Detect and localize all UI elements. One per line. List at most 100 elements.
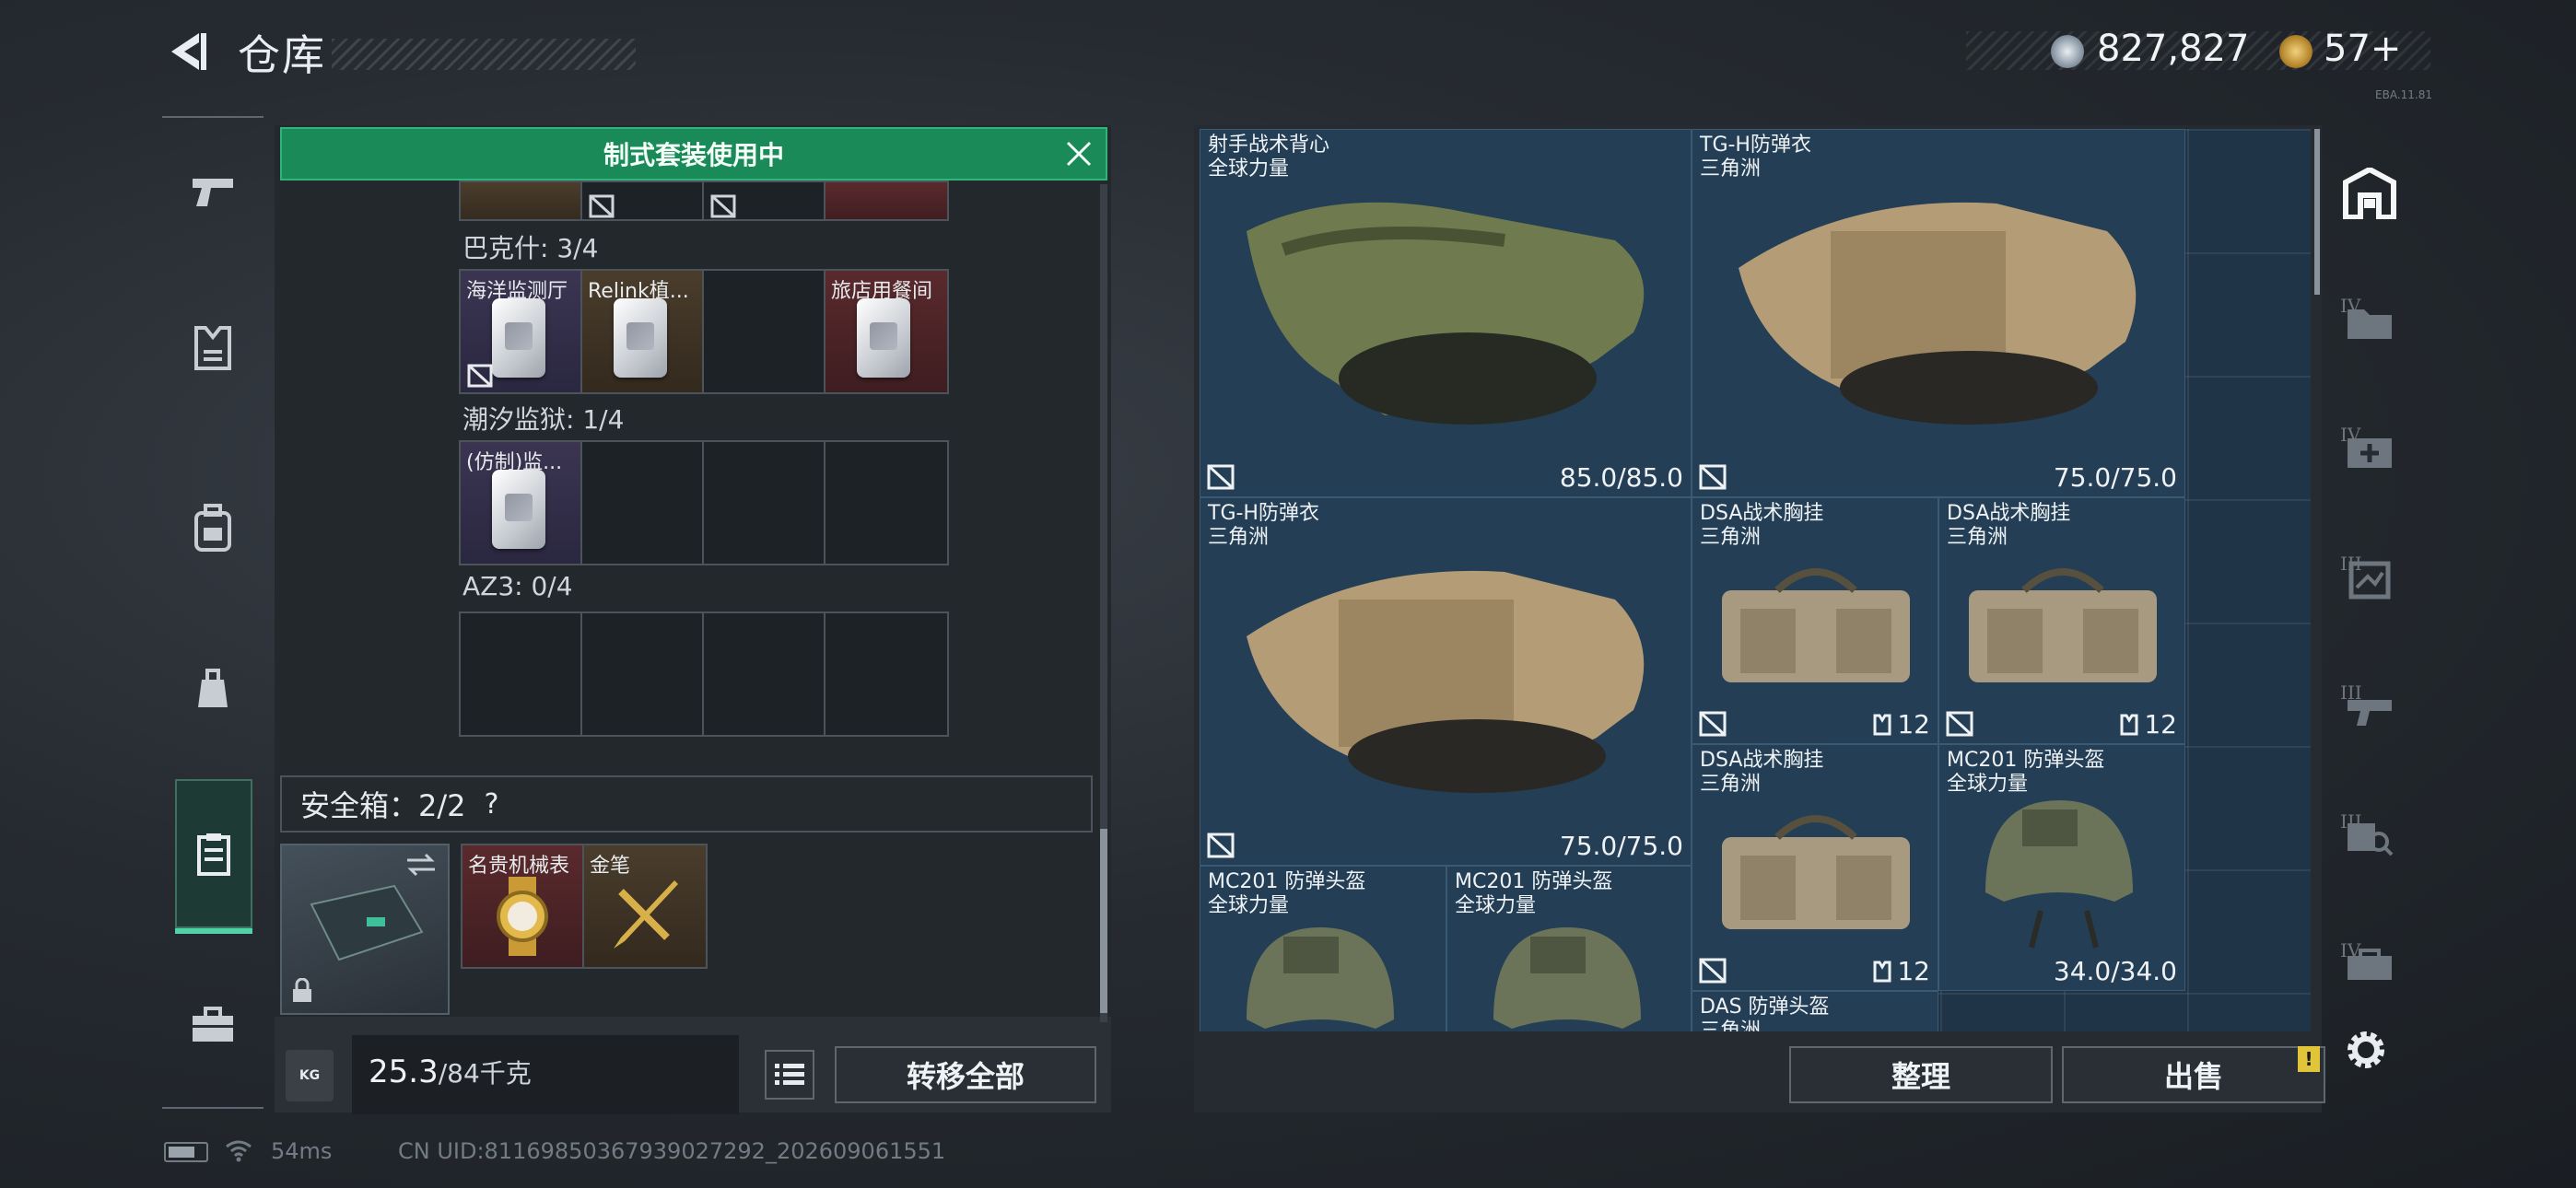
key-slot[interactable]: Relink植...	[582, 271, 704, 392]
chest-rig-image	[1722, 815, 1910, 929]
key-slot[interactable]: 海洋监测厅	[461, 271, 582, 392]
section-label-bakesh: 巴克什: 3/4	[463, 233, 599, 263]
safe-box-header: 安全箱：2/2 ?	[280, 775, 1093, 833]
item-capacity: 12	[1873, 956, 1930, 986]
ticket-amount[interactable]: 57+	[2324, 28, 2401, 70]
armor-vest-icon	[194, 326, 231, 370]
nav-toolbox[interactable]	[162, 956, 263, 1094]
stash-item-helmet[interactable]: MC201 防弹头盔 全球力量	[1200, 866, 1446, 1031]
empty-key-slot[interactable]	[582, 442, 704, 564]
banner-close-button[interactable]	[1058, 133, 1100, 175]
pouch-icon	[198, 669, 228, 707]
backpack-icon	[194, 504, 231, 552]
filter-tier-iv-3[interactable]: IV	[2325, 912, 2414, 1022]
empty-key-slot[interactable]	[704, 442, 825, 564]
helmet-image	[1985, 800, 2133, 949]
list-view-button[interactable]	[765, 1050, 814, 1100]
safe-box-items: 名贵机械表 金笔	[461, 844, 708, 969]
ticket-coin-icon	[2279, 35, 2313, 68]
stash-item-armor[interactable]: TG-H防弹衣 三角洲 75.0/75.0	[1692, 129, 2185, 497]
stash-item-armor[interactable]: TG-H防弹衣 三角洲 75.0/75.0	[1200, 497, 1692, 866]
helmet-image	[1247, 927, 1394, 1029]
loadout-scrollbar[interactable]	[1100, 829, 1107, 1013]
stash-grid[interactable]: 射手战术背心 全球力量 85.0/85.0 TG-H防弹衣 三角洲 75.0/7…	[1200, 129, 2311, 1031]
stash-filter-bar: IV IV III III III IV	[2325, 129, 2414, 1050]
keycard-image	[857, 298, 910, 378]
stash-scrollbar[interactable]	[2314, 129, 2320, 295]
filter-tier-iv-2[interactable]: IV	[2325, 396, 2414, 507]
swap-icon[interactable]	[405, 853, 437, 877]
tier-label: III	[2340, 810, 2362, 833]
toolbox-icon	[193, 1007, 233, 1042]
slot-grid-tidal-prison: (仿制)监...	[459, 440, 949, 565]
armor-image	[1247, 570, 1645, 793]
slot-partial-4[interactable]	[825, 182, 947, 219]
filter-all[interactable]	[2325, 138, 2414, 249]
no-trade-icon	[1207, 833, 1235, 858]
empty-key-slot[interactable]	[582, 613, 704, 735]
capacity-value: 12	[2144, 709, 2177, 740]
tier-label: IV	[2340, 295, 2361, 317]
sort-button[interactable]: 整理	[1789, 1046, 2053, 1103]
nav-bag[interactable]	[162, 620, 263, 758]
tier-label: IV	[2340, 424, 2361, 446]
no-trade-icon	[467, 364, 493, 388]
stash-item-chest-rig[interactable]: DSA战术胸挂 三角洲 12	[1692, 744, 1938, 991]
slot-partial-1[interactable]	[461, 182, 582, 219]
slot-grid-az3	[459, 611, 949, 737]
empty-key-slot[interactable]	[704, 613, 825, 735]
money-amount[interactable]: 827,827	[2097, 28, 2249, 70]
rig-capacity-icon	[2120, 714, 2138, 735]
nav-storage[interactable]	[175, 779, 252, 934]
keycard-image	[492, 470, 545, 549]
watch-icon	[497, 877, 548, 956]
safe-item-pen[interactable]: 金笔	[584, 845, 706, 967]
stash-item-helmet[interactable]: MC201 防弹头盔 全球力量	[1446, 866, 1692, 1031]
item-name: DSA战术胸挂 三角洲	[1700, 749, 1824, 796]
empty-key-slot[interactable]	[825, 442, 947, 564]
back-arrow-icon[interactable]	[162, 28, 210, 76]
page-title: 仓库	[238, 30, 326, 80]
help-button[interactable]: ?	[485, 788, 499, 821]
stash-item-helmet[interactable]: DAS 防弹头盔 三角洲	[1692, 991, 1938, 1031]
nav-armor[interactable]	[162, 279, 263, 417]
slot-partial-2[interactable]	[582, 182, 704, 219]
filter-tier-iv-1[interactable]: IV	[2325, 267, 2414, 378]
keycard-image	[614, 298, 667, 378]
version-text: EBA.11.81	[2375, 88, 2432, 101]
battery-icon	[164, 1142, 208, 1162]
chest-rig-image	[1722, 568, 1910, 682]
preset-in-use-banner: 制式套装使用中	[280, 127, 1107, 181]
close-icon	[1066, 141, 1092, 167]
stash-item-helmet[interactable]: MC201 防弹头盔 全球力量 34.0/34.0	[1938, 744, 2185, 991]
ping-readout: 54ms	[271, 1138, 333, 1164]
stash-item-vest[interactable]: 射手战术背心 全球力量 85.0/85.0	[1200, 129, 1692, 497]
filter-tier-iii-3[interactable]: III	[2325, 783, 2414, 893]
item-name: DSA战术胸挂 三角洲	[1700, 502, 1824, 549]
weight-current: 25.3	[369, 1054, 439, 1090]
stash-item-chest-rig[interactable]: DSA战术胸挂 三角洲 12	[1692, 497, 1938, 744]
stash-item-chest-rig[interactable]: DSA战术胸挂 三角洲 12	[1938, 497, 2185, 744]
chest-rig-image	[1969, 568, 2157, 682]
key-slot[interactable]: 旅店用餐间	[825, 271, 947, 392]
empty-key-slot[interactable]	[461, 613, 582, 735]
nav-backpack[interactable]	[162, 459, 263, 597]
sell-button[interactable]: 出售	[2062, 1046, 2325, 1103]
empty-key-slot[interactable]	[825, 613, 947, 735]
slot-partial-3[interactable]	[704, 182, 825, 219]
item-capacity: 12	[2120, 709, 2177, 740]
filter-tier-iii-1[interactable]: III	[2325, 525, 2414, 635]
safe-container-slot[interactable]	[280, 844, 450, 1015]
safe-item-watch[interactable]: 名贵机械表	[463, 845, 584, 967]
key-slot[interactable]: (仿制)监...	[461, 442, 582, 564]
weight-max: /84千克	[438, 1058, 532, 1089]
rig-capacity-icon	[1873, 714, 1891, 735]
vest-image	[1247, 202, 1645, 425]
capacity-value: 12	[1897, 709, 1930, 740]
settings-gear-icon[interactable]	[2342, 1026, 2390, 1074]
filter-tier-iii-2[interactable]: III	[2325, 654, 2414, 764]
no-trade-icon	[1946, 711, 1973, 737]
empty-key-slot[interactable]	[704, 271, 825, 392]
transfer-all-button[interactable]: 转移全部	[835, 1046, 1096, 1103]
nav-weapons[interactable]	[162, 122, 263, 261]
